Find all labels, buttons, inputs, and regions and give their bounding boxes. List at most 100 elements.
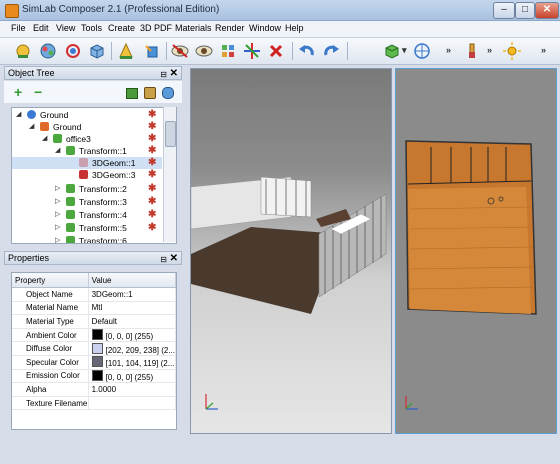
property-value[interactable]: [0, 0, 0] (255) bbox=[88, 328, 177, 343]
transform-axis-icon[interactable]: ✱ bbox=[148, 222, 156, 234]
explode-icon[interactable] bbox=[218, 41, 238, 61]
add-scene-icon[interactable] bbox=[13, 41, 33, 61]
expand-toggle[interactable]: ▷ bbox=[55, 209, 60, 221]
menu-file[interactable]: File bbox=[11, 23, 26, 33]
table-row[interactable]: Object Name 3DGeom::1 bbox=[12, 287, 177, 302]
property-value[interactable]: [101, 104, 119] (2... bbox=[88, 355, 177, 370]
undo-icon[interactable] bbox=[297, 41, 317, 61]
top-viewport[interactable] bbox=[395, 68, 557, 434]
menu-window[interactable]: Window bbox=[249, 23, 281, 33]
tree-item[interactable]: ◢ Transform::1 ✱ bbox=[12, 145, 162, 157]
minimize-button[interactable]: – bbox=[493, 2, 515, 19]
materials-icon[interactable] bbox=[38, 41, 58, 61]
transform-axis-icon[interactable]: ✱ bbox=[148, 169, 156, 181]
close-button[interactable]: ✕ bbox=[535, 2, 559, 19]
tree-item[interactable]: ◢ office3 ✱ bbox=[12, 133, 162, 145]
table-row[interactable]: Texture Filename bbox=[12, 396, 177, 411]
group-icon[interactable] bbox=[126, 88, 138, 99]
maximize-button[interactable]: □ bbox=[515, 2, 535, 19]
table-row[interactable]: Specular Color [101, 104, 119] (2... bbox=[12, 355, 177, 370]
property-value[interactable]: [0, 0, 0] (255) bbox=[88, 369, 177, 384]
transform-axis-icon[interactable]: ✱ bbox=[148, 109, 156, 121]
pin-icon[interactable]: ⊟ bbox=[160, 253, 167, 266]
color-swatch[interactable] bbox=[91, 356, 103, 368]
property-value[interactable] bbox=[88, 396, 177, 411]
property-value[interactable]: Mtl bbox=[88, 301, 177, 316]
properties-close-button[interactable]: ✕ bbox=[170, 252, 178, 265]
color-swatch[interactable] bbox=[91, 342, 103, 354]
property-value[interactable]: Default bbox=[88, 314, 177, 329]
redo-icon[interactable] bbox=[321, 41, 341, 61]
expand-toggle[interactable]: ▷ bbox=[55, 235, 60, 243]
property-value[interactable]: 1.0000 bbox=[88, 382, 177, 397]
menu-render[interactable]: Render bbox=[215, 23, 245, 33]
dropdown-arrow-icon[interactable]: ▾ bbox=[402, 45, 407, 56]
tree-item[interactable]: ▷ Transform::3 ✱ bbox=[12, 196, 162, 208]
add-node-button[interactable]: + bbox=[14, 84, 22, 100]
tree-item[interactable]: ▷ Transform::6 bbox=[12, 235, 162, 243]
expand-toggle[interactable]: ▷ bbox=[55, 196, 60, 208]
tree-item[interactable]: ◢ Ground ✱ bbox=[12, 109, 162, 121]
tree-item[interactable]: ▷ Transform::4 ✱ bbox=[12, 209, 162, 221]
tree-item-label: 3DGeom::3 bbox=[92, 170, 136, 180]
menu-3dpdf[interactable]: 3D PDF bbox=[140, 23, 172, 33]
menu-view[interactable]: View bbox=[56, 23, 75, 33]
transform-axis-icon[interactable]: ✱ bbox=[148, 183, 156, 195]
cube-icon[interactable] bbox=[87, 41, 107, 61]
lamp-icon[interactable] bbox=[116, 41, 136, 61]
show-icon[interactable] bbox=[194, 41, 214, 61]
menu-help[interactable]: Help bbox=[285, 23, 304, 33]
delete-icon[interactable] bbox=[266, 41, 286, 61]
expand-toggle[interactable]: ◢ bbox=[55, 145, 60, 157]
tree-item-selected[interactable]: 3DGeom::1 ✱ bbox=[12, 157, 162, 169]
transform-axis-icon[interactable]: ✱ bbox=[148, 145, 156, 157]
sun-icon[interactable] bbox=[502, 41, 522, 61]
tree-item[interactable]: ▷ Transform::5 ✱ bbox=[12, 222, 162, 234]
object-tree-close-button[interactable]: ✕ bbox=[170, 67, 178, 80]
menu-tools[interactable]: Tools bbox=[81, 23, 102, 33]
green-cube-icon[interactable] bbox=[382, 41, 402, 61]
paint-bucket-icon[interactable] bbox=[142, 41, 162, 61]
table-row[interactable]: Alpha 1.0000 bbox=[12, 382, 177, 397]
table-row[interactable]: Diffuse Color [202, 209, 238] (2... bbox=[12, 341, 177, 356]
expand-toggle[interactable]: ▷ bbox=[55, 222, 60, 234]
transform-axis-icon[interactable]: ✱ bbox=[148, 196, 156, 208]
expand-toggle[interactable]: ▷ bbox=[55, 183, 60, 195]
table-row[interactable]: Material Type Default bbox=[12, 314, 177, 329]
color-swatch[interactable] bbox=[91, 329, 103, 341]
target-icon[interactable] bbox=[412, 41, 432, 61]
expand-toggle[interactable]: ◢ bbox=[42, 133, 47, 145]
color-swatch[interactable] bbox=[91, 369, 103, 381]
table-row[interactable]: Ambient Color [0, 0, 0] (255) bbox=[12, 328, 177, 343]
expand-toggle[interactable]: ◢ bbox=[29, 121, 34, 133]
transform-icon[interactable] bbox=[63, 41, 83, 61]
toolbar-overflow-1[interactable]: » bbox=[446, 45, 451, 55]
scrollbar-thumb[interactable] bbox=[165, 121, 176, 147]
remove-node-button[interactable]: − bbox=[34, 84, 42, 100]
property-value[interactable]: [202, 209, 238] (2... bbox=[88, 341, 177, 356]
tree-scrollbar[interactable] bbox=[163, 107, 176, 242]
expand-toggle[interactable]: ◢ bbox=[16, 109, 21, 121]
axis-icon[interactable] bbox=[242, 41, 262, 61]
scene-icon[interactable] bbox=[162, 87, 174, 99]
menu-materials[interactable]: Materials bbox=[175, 23, 212, 33]
property-value[interactable]: 3DGeom::1 bbox=[88, 287, 177, 302]
toolbar-overflow-3[interactable]: » bbox=[541, 45, 546, 55]
transform-axis-icon[interactable]: ✱ bbox=[148, 209, 156, 221]
box-icon[interactable] bbox=[144, 87, 156, 99]
menu-create[interactable]: Create bbox=[108, 23, 135, 33]
tree-item[interactable]: ◢ Ground ✱ bbox=[12, 121, 162, 133]
brush-icon[interactable] bbox=[462, 41, 482, 61]
pin-icon[interactable]: ⊟ bbox=[160, 68, 167, 81]
perspective-viewport[interactable] bbox=[190, 68, 392, 434]
menu-edit[interactable]: Edit bbox=[33, 23, 49, 33]
table-row[interactable]: Emission Color [0, 0, 0] (255) bbox=[12, 369, 177, 384]
toolbar-overflow-2[interactable]: » bbox=[487, 45, 492, 55]
transform-axis-icon[interactable]: ✱ bbox=[148, 133, 156, 145]
tree-item[interactable]: ▷ Transform::2 ✱ bbox=[12, 183, 162, 195]
tree-item[interactable]: 3DGeom::3 ✱ bbox=[12, 169, 162, 181]
transform-axis-icon[interactable]: ✱ bbox=[148, 121, 156, 133]
hide-icon[interactable] bbox=[170, 41, 190, 61]
table-row[interactable]: Material Name Mtl bbox=[12, 301, 177, 316]
transform-axis-icon[interactable]: ✱ bbox=[148, 157, 156, 169]
